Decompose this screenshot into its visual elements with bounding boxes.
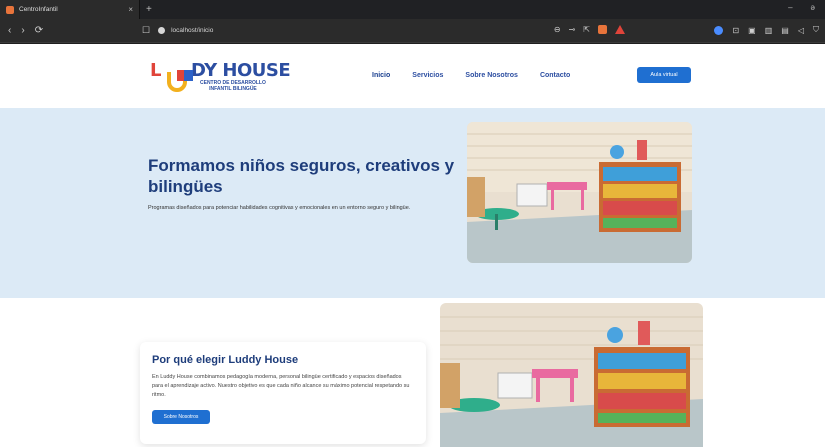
site-logo[interactable]: L DY HOUSE CENTRO DE DESARROLLO INFANTIL … bbox=[150, 60, 300, 96]
key-icon[interactable]: ⊸ bbox=[569, 25, 576, 34]
window-controls: – ə bbox=[788, 3, 815, 12]
browser-tab[interactable]: CentroInfantil × bbox=[0, 0, 140, 19]
bookmark-icon[interactable]: ☐ bbox=[142, 25, 150, 36]
new-tab-button[interactable]: + bbox=[146, 4, 152, 15]
main-menu: Inicio Servicios Sobre Nosotros Contacto bbox=[372, 72, 570, 79]
classroom-photo bbox=[467, 122, 692, 263]
hero-section: Formamos niños seguros, creativos y bili… bbox=[0, 108, 825, 298]
send-icon[interactable]: ◁ bbox=[798, 26, 804, 35]
tab-search-icon[interactable]: ▤ bbox=[781, 26, 789, 35]
puzzle-icon[interactable]: ⊡ bbox=[732, 26, 739, 35]
shield-icon[interactable]: ⛉ bbox=[813, 25, 819, 35]
why-text: En Luddy House combinamos pedagogía mode… bbox=[152, 374, 410, 398]
extension-icon[interactable] bbox=[598, 25, 607, 34]
hero-subtitle: Programas diseñados para potenciar habil… bbox=[148, 205, 411, 211]
sobre-nosotros-button[interactable]: Sobre Nosotros bbox=[152, 410, 210, 424]
menu-item-sobre-nosotros[interactable]: Sobre Nosotros bbox=[465, 72, 518, 79]
close-icon[interactable]: × bbox=[128, 5, 133, 14]
back-button[interactable]: ‹ bbox=[8, 25, 11, 36]
site-favicon-icon bbox=[6, 5, 14, 14]
web-page: L DY HOUSE CENTRO DE DESARROLLO INFANTIL … bbox=[0, 44, 825, 447]
toolbar-right-icons: ⊡ ▣ ▥ ▤ ◁ ⛉ bbox=[714, 25, 819, 35]
site-header: L DY HOUSE CENTRO DE DESARROLLO INFANTIL … bbox=[0, 44, 825, 108]
menu-item-contacto[interactable]: Contacto bbox=[540, 72, 570, 79]
menu-item-inicio[interactable]: Inicio bbox=[372, 72, 390, 79]
address-bar[interactable]: localhost/inicio bbox=[158, 27, 608, 34]
logo-mark-icon bbox=[167, 70, 193, 92]
minimize-button[interactable]: – bbox=[788, 3, 792, 12]
restore-button[interactable]: ə bbox=[811, 3, 815, 12]
site-info-icon[interactable] bbox=[158, 27, 166, 34]
aula-virtual-button[interactable]: Aula virtual bbox=[637, 67, 691, 83]
forward-button[interactable]: › bbox=[21, 25, 24, 36]
profile-extension-icon[interactable] bbox=[714, 25, 724, 35]
screenshot-icon[interactable]: ▣ bbox=[748, 26, 756, 35]
url-text[interactable]: localhost/inicio bbox=[171, 27, 213, 34]
tab-title: CentroInfantil bbox=[19, 6, 58, 13]
sidebar-icon[interactable]: ▥ bbox=[765, 26, 773, 35]
alert-extension-icon[interactable] bbox=[615, 25, 625, 34]
zoom-icon[interactable]: ⊖ bbox=[554, 25, 561, 34]
browser-tabbar: CentroInfantil × + – ə bbox=[0, 0, 825, 19]
address-bar-actions: ⊖ ⊸ ⇱ bbox=[554, 25, 625, 34]
why-choose-card: Por qué elegir Luddy House En Luddy Hous… bbox=[140, 342, 426, 444]
share-icon[interactable]: ⇱ bbox=[583, 25, 590, 34]
why-title: Por qué elegir Luddy House bbox=[152, 354, 299, 366]
hero-title: Formamos niños seguros, creativos y bili… bbox=[148, 156, 455, 196]
reload-button[interactable]: ⟳ bbox=[35, 25, 43, 36]
logo-tagline: CENTRO DE DESARROLLO INFANTIL BILINGÜE bbox=[200, 80, 266, 92]
menu-item-servicios[interactable]: Servicios bbox=[412, 72, 443, 79]
browser-toolbar: ‹ › ⟳ ☐ localhost/inicio ⊖ ⊸ ⇱ ⊡ ▣ ▥ ▤ ◁… bbox=[0, 19, 825, 43]
nav-buttons: ‹ › ⟳ bbox=[8, 25, 128, 36]
classroom-photo-secondary bbox=[440, 303, 703, 447]
